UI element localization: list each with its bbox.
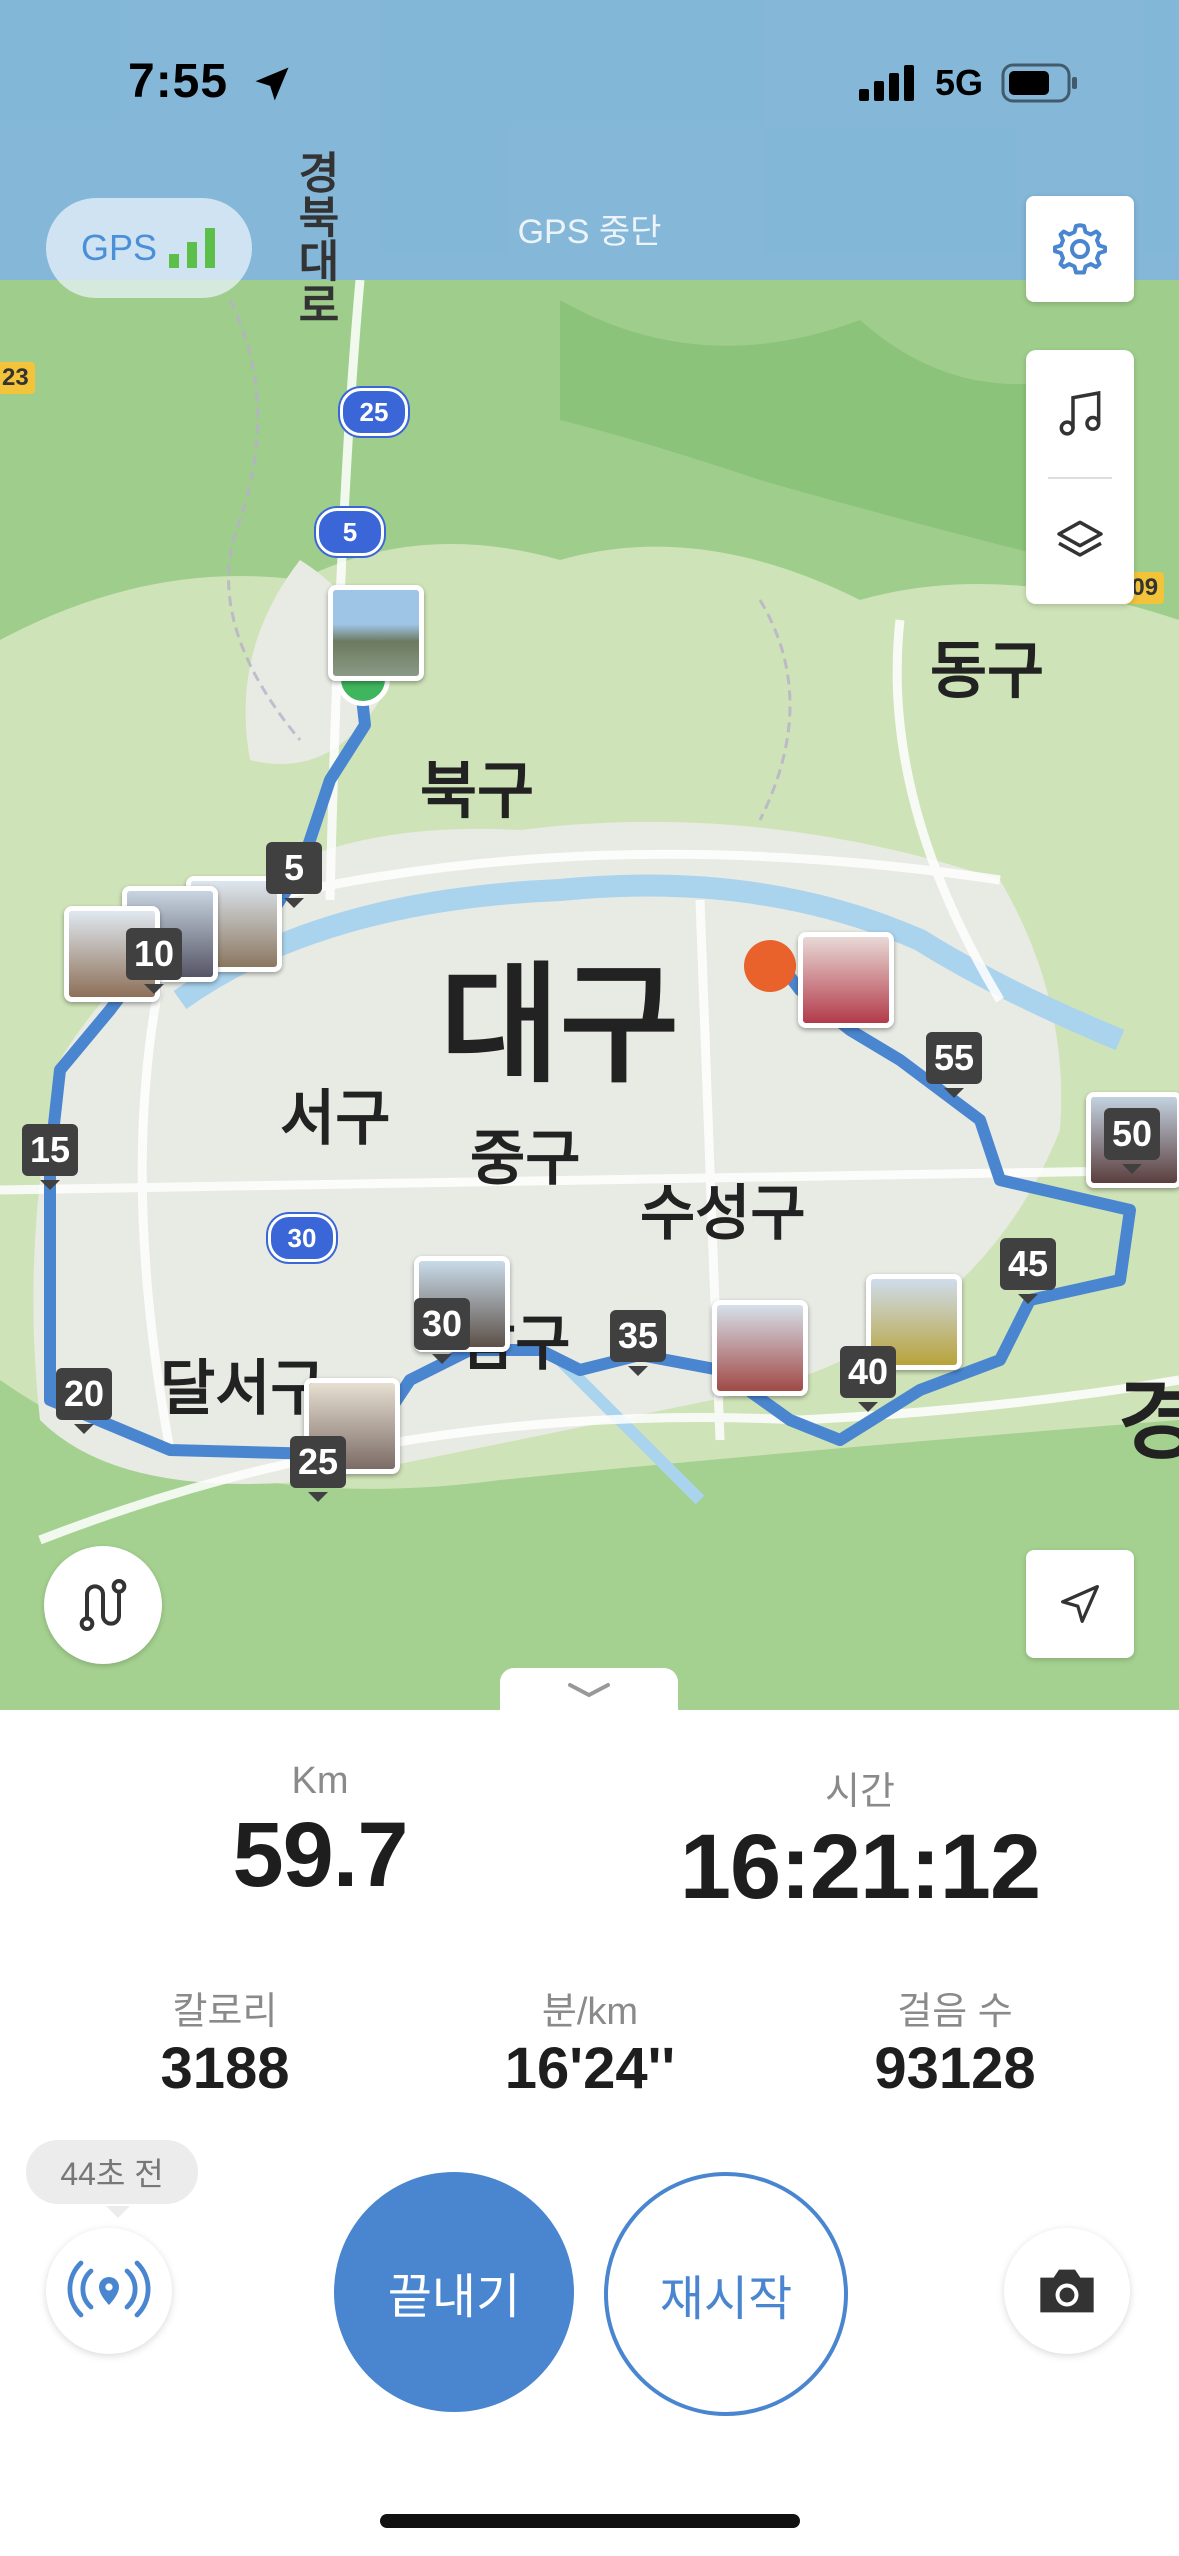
music-button[interactable] <box>1026 350 1134 477</box>
calories-stat: 칼로리 3188 <box>80 1980 370 2102</box>
collapse-handle[interactable] <box>500 1668 678 1710</box>
km-marker: 30 <box>414 1298 471 1364</box>
gps-status-text: GPS 중단 <box>517 213 662 251</box>
km-marker: 20 <box>56 1368 113 1434</box>
km-marker: 35 <box>610 1310 667 1376</box>
km-marker: 45 <box>1000 1238 1057 1304</box>
km-marker: 25 <box>290 1436 347 1502</box>
time-value: 16:21:12 <box>679 1816 1041 1918</box>
music-note-icon <box>1059 390 1101 436</box>
recenter-button[interactable] <box>1026 1550 1134 1658</box>
finish-button-label: 끝내기 <box>387 2271 521 2324</box>
highway-shield-30: 30 <box>268 1214 336 1262</box>
camera-icon <box>1040 2269 1094 2313</box>
status-indicators: 5G <box>858 62 1079 104</box>
camera-button[interactable] <box>1004 2228 1130 2354</box>
distance-value: 59.7 <box>232 1804 408 1906</box>
map-label-daegu: 대구 <box>440 952 680 1098</box>
settings-button[interactable] <box>1026 196 1134 302</box>
km-marker: 5 <box>266 842 322 908</box>
time-stat: 시간 16:21:12 <box>620 1760 1100 1920</box>
live-share-button[interactable] <box>46 2228 172 2354</box>
km-marker: 55 <box>926 1032 983 1098</box>
pace-stat: 분/km 16'24'' <box>440 1980 740 2102</box>
map-label-dalseogu: 달서구 <box>160 1355 326 1422</box>
gear-icon <box>1053 223 1107 275</box>
km-marker: 40 <box>840 1346 897 1412</box>
km-marker: 10 <box>126 928 183 994</box>
route-icon <box>79 1579 127 1631</box>
photo-thumbnail[interactable] <box>798 932 894 1028</box>
route-code-23: 23 <box>0 362 35 394</box>
calories-value: 3188 <box>160 2036 290 2101</box>
last-update-tooltip: 44초 전 <box>26 2140 198 2218</box>
location-arrow-icon <box>255 67 289 101</box>
km-marker: 50 <box>1104 1108 1161 1174</box>
broadcast-location-icon <box>67 2260 151 2318</box>
steps-stat: 걸음 수 93128 <box>810 1980 1100 2102</box>
map-view[interactable]: 대구 북구 동구 서구 중구 수성구 달서구 남구 경 경북대로 25 5 30… <box>0 0 1179 1710</box>
status-time: 7:55 <box>128 55 229 108</box>
chevron-down-icon <box>568 1683 610 1698</box>
finish-button[interactable]: 끝내기 <box>334 2172 574 2412</box>
map-label-seogu: 서구 <box>280 1085 391 1152</box>
steps-label: 걸음 수 <box>897 1991 1013 2033</box>
map-label-suseonggu: 수성구 <box>640 1180 806 1247</box>
distance-stat: Km 59.7 <box>160 1760 480 1908</box>
map-label-bukgu: 북구 <box>420 757 535 826</box>
network-type: 5G <box>934 62 983 103</box>
map-label-donggu: 동구 <box>930 637 1045 706</box>
map-label-gyeong: 경 <box>1118 1371 1179 1470</box>
map-tools-panel <box>1026 350 1134 604</box>
distance-label: Km <box>291 1760 349 1802</box>
route-toggle-button[interactable] <box>44 1546 162 1664</box>
battery-icon <box>1001 63 1077 103</box>
layers-icon <box>1057 520 1103 557</box>
km-marker: 15 <box>22 1124 79 1190</box>
pace-value: 16'24'' <box>504 2036 676 2101</box>
resume-button-label: 재시작 <box>659 2273 793 2326</box>
home-indicator[interactable] <box>380 2514 800 2528</box>
time-label: 시간 <box>825 1771 895 1813</box>
photo-thumbnail[interactable] <box>328 585 424 681</box>
map-label-junggu: 중구 <box>470 1125 581 1192</box>
signal-icon <box>858 65 914 101</box>
pace-label: 분/km <box>541 1991 639 2033</box>
calories-label: 칼로리 <box>172 1991 278 2033</box>
end-point-icon <box>744 940 796 992</box>
navigation-arrow-icon <box>1061 1585 1099 1623</box>
photo-thumbnail[interactable] <box>712 1300 808 1396</box>
resume-button[interactable]: 재시작 <box>604 2172 848 2416</box>
highway-shield-25: 25 <box>340 388 408 436</box>
highway-shield-5: 5 <box>316 508 384 556</box>
map-layers-button[interactable] <box>1026 477 1134 604</box>
steps-value: 93128 <box>874 2036 1036 2101</box>
